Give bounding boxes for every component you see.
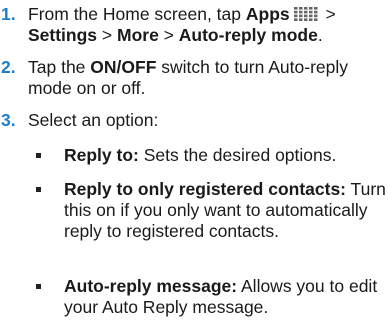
bullet-icon [36, 153, 41, 158]
step-text: From the Home screen, tap Apps > Setting… [28, 4, 336, 45]
on-off-label: ON/OFF [90, 57, 157, 77]
bullet-icon [36, 187, 41, 192]
option-term: Auto-reply message: [64, 276, 238, 296]
option-term: Reply to: [64, 145, 139, 165]
bullet-icon [36, 284, 41, 289]
more-label: More [117, 25, 159, 45]
settings-label: Settings [28, 25, 98, 45]
step-number: 2. [1, 57, 16, 77]
step-text: Tap the ON/OFF switch to turn Auto-reply… [28, 57, 349, 98]
step-number: 1. [1, 4, 16, 24]
step-text: Select an option: [28, 110, 159, 130]
auto-reply-mode-label: Auto-reply mode [178, 25, 318, 45]
option-text: Reply to: Sets the desired options. [64, 145, 386, 166]
step-number: 3. [1, 110, 16, 130]
option-desc: Sets the desired options. [138, 145, 337, 165]
option-text: Reply to only registered contacts: Turn … [64, 179, 386, 242]
apps-label: Apps [245, 4, 290, 24]
option-term: Reply to only registered contacts: [64, 179, 347, 199]
apps-grid-icon [293, 7, 318, 21]
option-text: Auto-reply message: Allows you to edit y… [64, 276, 386, 318]
